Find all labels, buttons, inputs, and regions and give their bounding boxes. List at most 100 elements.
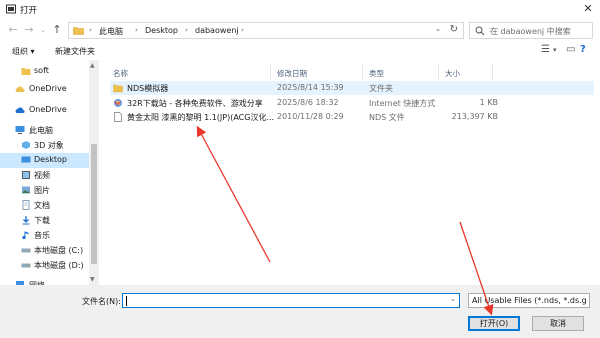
open-button[interactable]: 打开(O): [468, 316, 520, 331]
nav-item-onedrive[interactable]: OneDrive: [0, 103, 90, 118]
file-type-filter[interactable]: All Usable Files (*.nds, *.ds.g: [468, 293, 590, 308]
drive-icon: [21, 263, 31, 268]
column-header-date[interactable]: 修改日期: [277, 68, 307, 79]
nav-item-desktop[interactable]: Desktop: [0, 153, 90, 168]
search-placeholder: 在 dabaowenj 中搜索: [490, 27, 571, 36]
back-button[interactable]: ←: [6, 23, 20, 37]
nav-label: 视频: [34, 171, 50, 180]
3d-objects-icon: [22, 141, 30, 149]
chevron-down-icon[interactable]: ⌄: [435, 25, 441, 33]
nav-item-3d-objects[interactable]: 3D 对象: [0, 138, 90, 153]
internet-shortcut-icon: [114, 99, 122, 107]
search-icon: [475, 26, 485, 36]
onedrive-icon: [15, 86, 25, 92]
title-bar: 打开 ✕: [0, 0, 600, 18]
arrow-up-icon: ↑: [52, 23, 62, 36]
recent-locations-button[interactable]: ⌄: [36, 23, 50, 37]
nav-item-network[interactable]: 网络: [0, 278, 90, 285]
help-icon[interactable]: ?: [580, 44, 586, 55]
organize-button[interactable]: 组织 ▾: [12, 46, 35, 57]
filename-label: 文件名(N):: [82, 297, 121, 306]
chevron-down-icon: ⌄: [40, 26, 46, 34]
nav-item-onedrive[interactable]: OneDrive: [0, 82, 90, 97]
file-date: 2025/8/14 15:39: [277, 83, 344, 92]
breadcrumb-separator: ›: [241, 26, 244, 34]
preview-pane-icon[interactable]: ▭: [566, 44, 575, 55]
navigation-pane: soft OneDrive OneDrive 此电脑 3D 对象 Desktop…: [0, 60, 100, 285]
scroll-down-icon[interactable]: ▼: [90, 276, 95, 283]
folder-icon: [113, 84, 123, 93]
column-header-name[interactable]: 名称: [113, 68, 128, 79]
nav-item-drive-c[interactable]: 本地磁盘 (C:): [0, 243, 90, 258]
chevron-down-icon[interactable]: ⌄: [450, 295, 456, 303]
breadcrumb-item[interactable]: Desktop: [145, 26, 178, 35]
close-icon: ✕: [583, 2, 593, 15]
address-bar[interactable]: › 此电脑 › Desktop › dabaowenj › ⌄ ↻: [68, 22, 464, 39]
nav-label: 图片: [34, 186, 50, 195]
nav-label: OneDrive: [29, 84, 67, 93]
view-options-icon[interactable]: ☰: [541, 44, 550, 55]
scrollbar-thumb[interactable]: [91, 144, 97, 264]
search-input[interactable]: 在 dabaowenj 中搜索: [469, 22, 593, 39]
breadcrumb-item[interactable]: 此电脑: [99, 26, 123, 37]
dialog-footer: 文件名(N): ⌄ All Usable Files (*.nds, *.ds.…: [0, 285, 600, 338]
column-divider[interactable]: [492, 65, 493, 79]
refresh-icon[interactable]: ↻: [450, 24, 458, 35]
nav-item-documents[interactable]: 文档: [0, 198, 90, 213]
nav-item-pictures[interactable]: 图片: [0, 183, 90, 198]
table-row[interactable]: 黄金太阳 漆黑的黎明 1.1(JP)(ACG汉化... 2010/11/28 0…: [110, 110, 594, 124]
nav-label: soft: [34, 66, 49, 75]
column-header-size[interactable]: 大小: [445, 68, 460, 79]
nav-label: Desktop: [34, 155, 67, 164]
nav-item-drive-d[interactable]: 本地磁盘 (D:): [0, 258, 90, 273]
table-row[interactable]: NDS模拟器 2025/8/14 15:39 文件夹: [110, 81, 594, 95]
nav-label: 3D 对象: [34, 141, 64, 150]
forward-button[interactable]: →: [22, 23, 36, 37]
file-name: 32R下载站 - 各种免费软件、游戏分享: [127, 99, 263, 108]
nav-item-this-pc[interactable]: 此电脑: [0, 123, 90, 138]
desktop-icon: [21, 156, 31, 163]
file-date: 2010/11/28 0:29: [277, 112, 344, 121]
nav-label: 文档: [34, 201, 50, 210]
breadcrumb-item[interactable]: dabaowenj: [195, 26, 239, 35]
scroll-up-icon[interactable]: ▲: [90, 62, 95, 69]
column-header-type[interactable]: 类型: [369, 68, 384, 79]
file-size: 213,397 KB: [451, 112, 498, 121]
nav-item-downloads[interactable]: 下载: [0, 213, 90, 228]
app-icon: [6, 4, 16, 14]
downloads-icon: [22, 216, 30, 225]
column-divider[interactable]: [438, 65, 439, 79]
window-title: 打开: [20, 6, 38, 16]
chevron-down-icon[interactable]: ▾: [553, 46, 557, 54]
nav-item-music[interactable]: 音乐: [0, 228, 90, 243]
video-icon: [22, 171, 30, 179]
nav-item-videos[interactable]: 视频: [0, 168, 90, 183]
nav-label: 本地磁盘 (C:): [34, 246, 84, 255]
file-date: 2025/8/6 18:32: [277, 98, 339, 107]
command-bar: 组织 ▾ 新建文件夹 ☰ ▾ ▭ ?: [0, 42, 600, 60]
file-type: 文件夹: [369, 84, 393, 93]
nav-label: 本地磁盘 (D:): [34, 261, 84, 270]
breadcrumb-separator: ›: [135, 26, 138, 34]
nav-item-soft[interactable]: soft: [0, 64, 90, 79]
text-caret: [126, 296, 127, 306]
filename-input[interactable]: [122, 293, 460, 308]
navigation-bar: ← → ⌄ ↑ › 此电脑 › Desktop › dabaowenj › ⌄ …: [0, 18, 600, 42]
column-divider[interactable]: [362, 65, 363, 79]
column-divider[interactable]: [270, 65, 271, 79]
documents-icon: [22, 200, 30, 210]
nav-scrollbar[interactable]: ▲ ▼: [89, 60, 99, 285]
up-button[interactable]: ↑: [50, 23, 64, 37]
nav-label: 下载: [34, 216, 50, 225]
file-type: NDS 文件: [369, 113, 405, 122]
new-folder-button[interactable]: 新建文件夹: [55, 46, 95, 57]
table-row[interactable]: 32R下载站 - 各种免费软件、游戏分享 2025/8/6 18:32 Inte…: [110, 96, 594, 110]
close-button[interactable]: ✕: [576, 0, 600, 18]
folder-icon: [73, 27, 84, 35]
arrow-right-icon: →: [24, 23, 34, 36]
arrow-left-icon: ←: [8, 23, 18, 36]
filter-value: All Usable Files (*.nds, *.ds.g: [472, 296, 587, 305]
cancel-button[interactable]: 取消: [532, 316, 584, 331]
pictures-icon: [22, 186, 30, 194]
file-size: 1 KB: [479, 98, 498, 107]
